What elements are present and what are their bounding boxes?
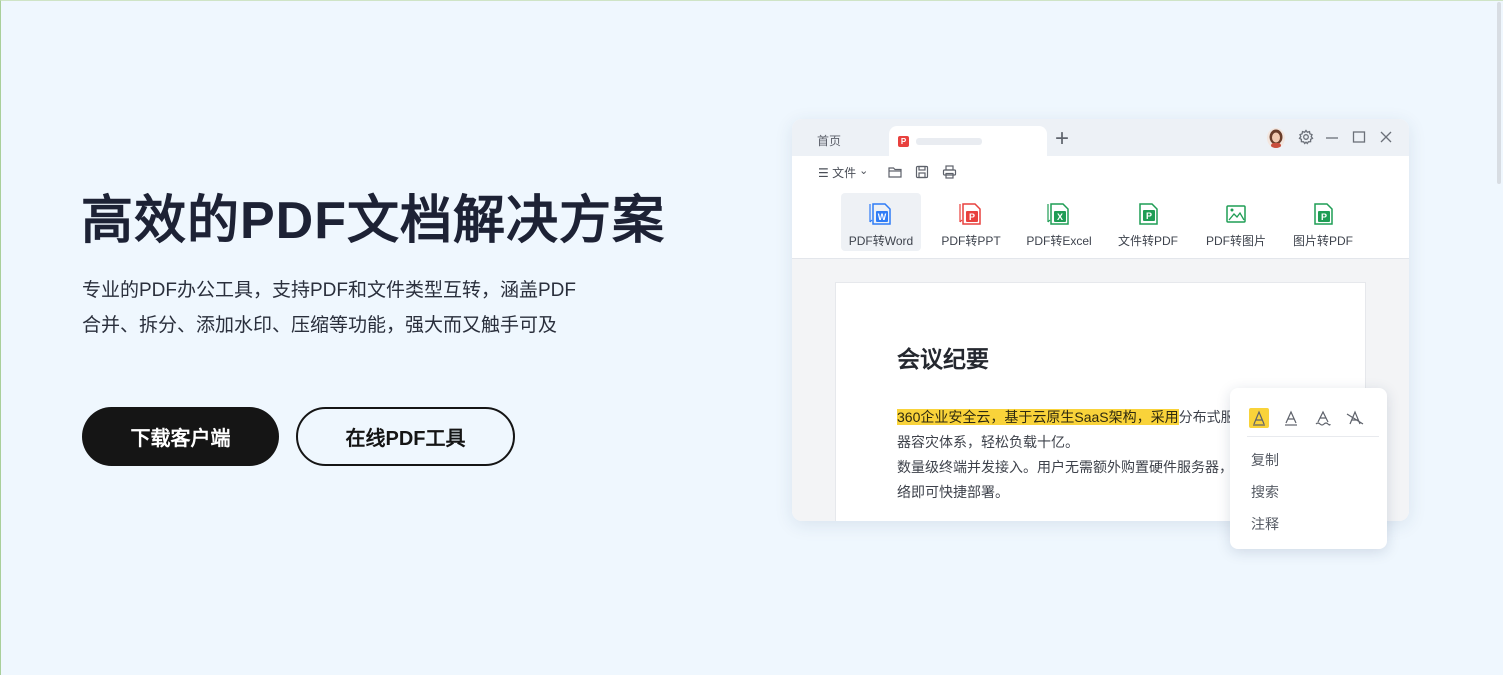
user-avatar[interactable] (1267, 128, 1285, 148)
tool-pdf-to-excel[interactable]: X PDF转Excel (1020, 193, 1098, 251)
menu-bar: ☰ 文件 ⌄ (792, 156, 1409, 188)
tool-pdf-to-word[interactable]: W PDF转Word (841, 193, 921, 251)
tool-label: PDF转Word (848, 234, 914, 248)
highlighted-text[interactable]: 360企业安全云，基于云原生SaaS架构，采用 (897, 409, 1179, 425)
tab-document[interactable]: P (889, 126, 1047, 156)
tab-bar: 首页 P + (792, 119, 1409, 156)
squiggly-icon[interactable] (1313, 408, 1333, 428)
svg-text:P: P (969, 212, 975, 222)
folder-open-icon[interactable] (888, 165, 903, 184)
tab-home[interactable]: 首页 (817, 132, 841, 149)
hero-description-line-1: 专业的PDF办公工具，支持PDF和文件类型互转，涵盖PDF (82, 280, 577, 301)
text-context-menu: 复制 搜索 注释 (1230, 388, 1387, 549)
pdf-to-image-icon (1226, 205, 1246, 223)
pdf-to-excel-icon: X (1047, 203, 1069, 225)
annotation-toolbar (1247, 406, 1379, 437)
file-menu-label: ☰ 文件 (818, 166, 857, 180)
underline-icon[interactable] (1281, 408, 1301, 428)
save-icon[interactable] (915, 165, 929, 184)
tab-title-placeholder (916, 138, 982, 145)
image-to-pdf-icon: P (1314, 203, 1333, 225)
pdf-to-word-icon: W (869, 203, 891, 225)
tool-file-to-pdf[interactable]: P 文件转PDF (1109, 193, 1187, 251)
maximize-icon[interactable] (1352, 129, 1366, 150)
document-heading: 会议纪要 (897, 346, 989, 372)
search-menu-item[interactable]: 搜索 (1251, 482, 1279, 502)
annotate-menu-item[interactable]: 注释 (1251, 514, 1279, 534)
hero-description-line-2: 合并、拆分、添加水印、压缩等功能，强大而又触手可及 (82, 315, 558, 336)
settings-icon[interactable] (1298, 129, 1314, 150)
tool-image-to-pdf[interactable]: P 图片转PDF (1284, 193, 1362, 251)
scrollbar-thumb[interactable] (1497, 2, 1501, 184)
pdf-to-ppt-icon: P (959, 203, 981, 225)
tool-label: PDF转图片 (1205, 234, 1266, 248)
tool-label: 文件转PDF (1117, 234, 1178, 248)
conversion-toolbar: W PDF转Word P PDF转PPT X PDF转Excel P 文件转PD… (792, 188, 1409, 259)
svg-text:P: P (1321, 212, 1327, 222)
tool-pdf-to-ppt[interactable]: P PDF转PPT (932, 193, 1010, 251)
svg-text:W: W (878, 212, 887, 222)
tool-label: PDF转PPT (941, 234, 1001, 248)
print-icon[interactable] (942, 165, 957, 184)
copy-menu-item[interactable]: 复制 (1251, 450, 1279, 470)
svg-text:P: P (1146, 211, 1152, 221)
file-menu[interactable]: ☰ 文件 ⌄ (818, 164, 868, 181)
online-pdf-tools-button[interactable]: 在线PDF工具 (296, 407, 515, 466)
minimize-icon[interactable] (1325, 129, 1339, 150)
close-icon[interactable] (1379, 129, 1393, 150)
hero-title: 高效的PDF文档解决方案 (81, 192, 666, 250)
strikethrough-icon[interactable] (1345, 408, 1365, 428)
pdf-file-icon: P (898, 136, 909, 147)
tool-pdf-to-image[interactable]: PDF转图片 (1197, 193, 1275, 251)
hero-description: 专业的PDF办公工具，支持PDF和文件类型互转，涵盖PDF 合并、拆分、添加水印… (82, 273, 622, 343)
tool-label: 图片转PDF (1292, 234, 1353, 248)
new-tab-button[interactable]: + (1055, 127, 1069, 151)
highlight-icon[interactable] (1249, 408, 1269, 428)
file-to-pdf-icon: P (1139, 203, 1158, 225)
tool-label: PDF转Excel (1026, 234, 1092, 248)
svg-text:X: X (1057, 212, 1063, 222)
chevron-down-icon: ⌄ (859, 165, 869, 177)
download-client-button[interactable]: 下载客户端 (82, 407, 279, 466)
